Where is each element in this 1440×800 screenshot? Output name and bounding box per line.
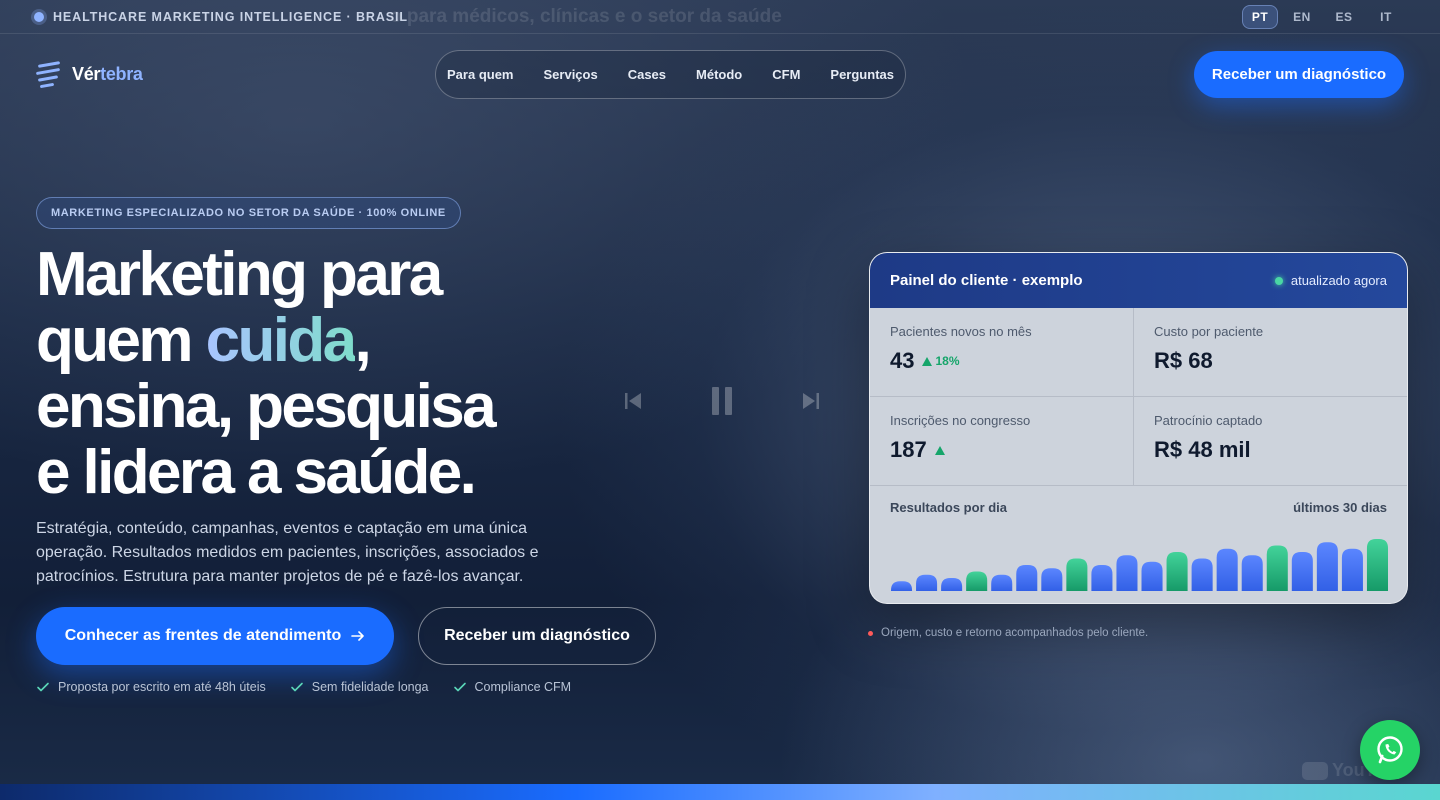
chart-bar bbox=[1041, 568, 1063, 591]
metric-congress-registrations: Inscrições no congresso 187 bbox=[870, 397, 1134, 486]
chart-bar bbox=[1291, 552, 1313, 591]
chart-bar bbox=[966, 571, 988, 591]
primary-cta-button[interactable]: Conhecer as frentes de atendimento bbox=[36, 607, 394, 665]
note-dot-icon bbox=[868, 630, 873, 636]
nav-para-quem[interactable]: Para quem bbox=[447, 67, 513, 82]
chart-bar bbox=[916, 574, 938, 591]
chart-bar bbox=[1166, 552, 1188, 591]
status-dot-icon bbox=[34, 11, 44, 22]
arrow-right-icon bbox=[351, 631, 365, 641]
results-bar-chart bbox=[891, 539, 1388, 591]
language-switcher: PT EN ES IT bbox=[1242, 5, 1404, 29]
trend-up-icon bbox=[922, 356, 933, 366]
bottom-gradient-bar bbox=[0, 784, 1440, 800]
nav-cases[interactable]: Cases bbox=[628, 67, 666, 82]
whatsapp-button[interactable] bbox=[1360, 720, 1420, 780]
secondary-cta-button[interactable]: Receber um diagnóstico bbox=[418, 607, 656, 665]
hero-subtitle: Estratégia, conteúdo, campanhas, eventos… bbox=[36, 520, 539, 585]
nav-perguntas[interactable]: Perguntas bbox=[830, 67, 894, 82]
brand-logo[interactable]: Vértebra bbox=[35, 60, 143, 89]
dashboard-title: Painel do cliente · exemplo bbox=[890, 272, 1083, 289]
lang-it[interactable]: IT bbox=[1368, 5, 1404, 29]
check-item: Sem fidelidade longa bbox=[290, 680, 429, 694]
header-diagnostic-button[interactable]: Receber um diagnóstico bbox=[1194, 51, 1404, 98]
top-bar: HEALTHCARE MARKETING INTELLIGENCE · BRAS… bbox=[0, 0, 1440, 34]
dashboard-status: atualizado agora bbox=[1274, 273, 1387, 288]
chart-bar bbox=[1091, 565, 1113, 591]
dashboard-card: Painel do cliente · exemplo atualizado a… bbox=[869, 252, 1408, 604]
video-controls bbox=[622, 384, 822, 418]
check-item: Proposta por escrito em até 48h úteis bbox=[36, 680, 266, 694]
lang-es[interactable]: ES bbox=[1326, 5, 1362, 29]
chart-bar bbox=[991, 574, 1013, 591]
chart-range: últimos 30 dias bbox=[1293, 500, 1387, 515]
chart-bar bbox=[891, 581, 913, 591]
check-icon bbox=[290, 682, 303, 692]
brand-name: Vértebra bbox=[72, 63, 143, 84]
dashboard-header: Painel do cliente · exemplo atualizado a… bbox=[870, 253, 1407, 308]
chart-bar bbox=[1116, 555, 1138, 591]
chart-title: Resultados por dia bbox=[890, 500, 1008, 515]
top-bar-ghost-text: o para médicos, clínicas e o setor da sa… bbox=[390, 6, 782, 27]
metric-cost-per-patient: Custo por paciente R$ 68 bbox=[1134, 308, 1407, 397]
youtube-icon bbox=[1302, 761, 1328, 780]
hero-checks: Proposta por escrito em até 48h úteis Se… bbox=[36, 680, 571, 694]
metric-new-patients: Pacientes novos no mês 43 18% bbox=[870, 308, 1134, 397]
hero-headline: Marketing para quem cuida, ensina, pesqu… bbox=[36, 240, 497, 507]
lang-en[interactable]: EN bbox=[1284, 5, 1320, 29]
chart-bar bbox=[1241, 555, 1263, 591]
trend-up-icon bbox=[934, 445, 945, 455]
hero-badge: MARKETING ESPECIALIZADO NO SETOR DA SAÚD… bbox=[36, 197, 461, 229]
chart-bar bbox=[1366, 539, 1388, 591]
lang-pt[interactable]: PT bbox=[1242, 5, 1278, 29]
chart-bar bbox=[1191, 558, 1213, 591]
chart-bar bbox=[1016, 565, 1038, 591]
chart-bar bbox=[1216, 548, 1238, 591]
live-dot-icon bbox=[1274, 276, 1283, 285]
check-icon bbox=[37, 682, 49, 692]
chart-bar bbox=[941, 578, 963, 591]
dashboard-metrics: Pacientes novos no mês 43 18% Custo por p… bbox=[870, 308, 1407, 486]
metric-sponsorship: Patrocínio captado R$ 48 mil bbox=[1134, 397, 1407, 486]
main-nav: Para quem Serviços Cases Método CFM Perg… bbox=[435, 50, 906, 99]
chart-bar bbox=[1316, 542, 1338, 591]
headline-highlight: cuida bbox=[205, 306, 358, 375]
nav-servicos[interactable]: Serviços bbox=[544, 67, 598, 82]
chart-bar bbox=[1066, 558, 1088, 591]
skip-previous-icon[interactable] bbox=[622, 390, 644, 412]
check-item: Compliance CFM bbox=[453, 680, 571, 694]
chart-bar bbox=[1141, 561, 1163, 591]
top-bar-label: HEALTHCARE MARKETING INTELLIGENCE · BRAS… bbox=[53, 9, 408, 24]
pause-icon[interactable] bbox=[709, 385, 735, 417]
check-icon bbox=[453, 682, 466, 692]
chart-header: Resultados por dia últimos 30 dias bbox=[870, 486, 1407, 515]
chart-bar bbox=[1266, 545, 1288, 591]
nav-metodo[interactable]: Método bbox=[696, 67, 742, 82]
nav-cfm[interactable]: CFM bbox=[772, 67, 800, 82]
logo-icon bbox=[35, 60, 62, 89]
skip-next-icon[interactable] bbox=[800, 390, 822, 412]
dashboard-note: Origem, custo e retorno acompanhados pel… bbox=[868, 627, 1148, 639]
chart-bar bbox=[1341, 548, 1363, 591]
whatsapp-icon bbox=[1377, 736, 1403, 764]
